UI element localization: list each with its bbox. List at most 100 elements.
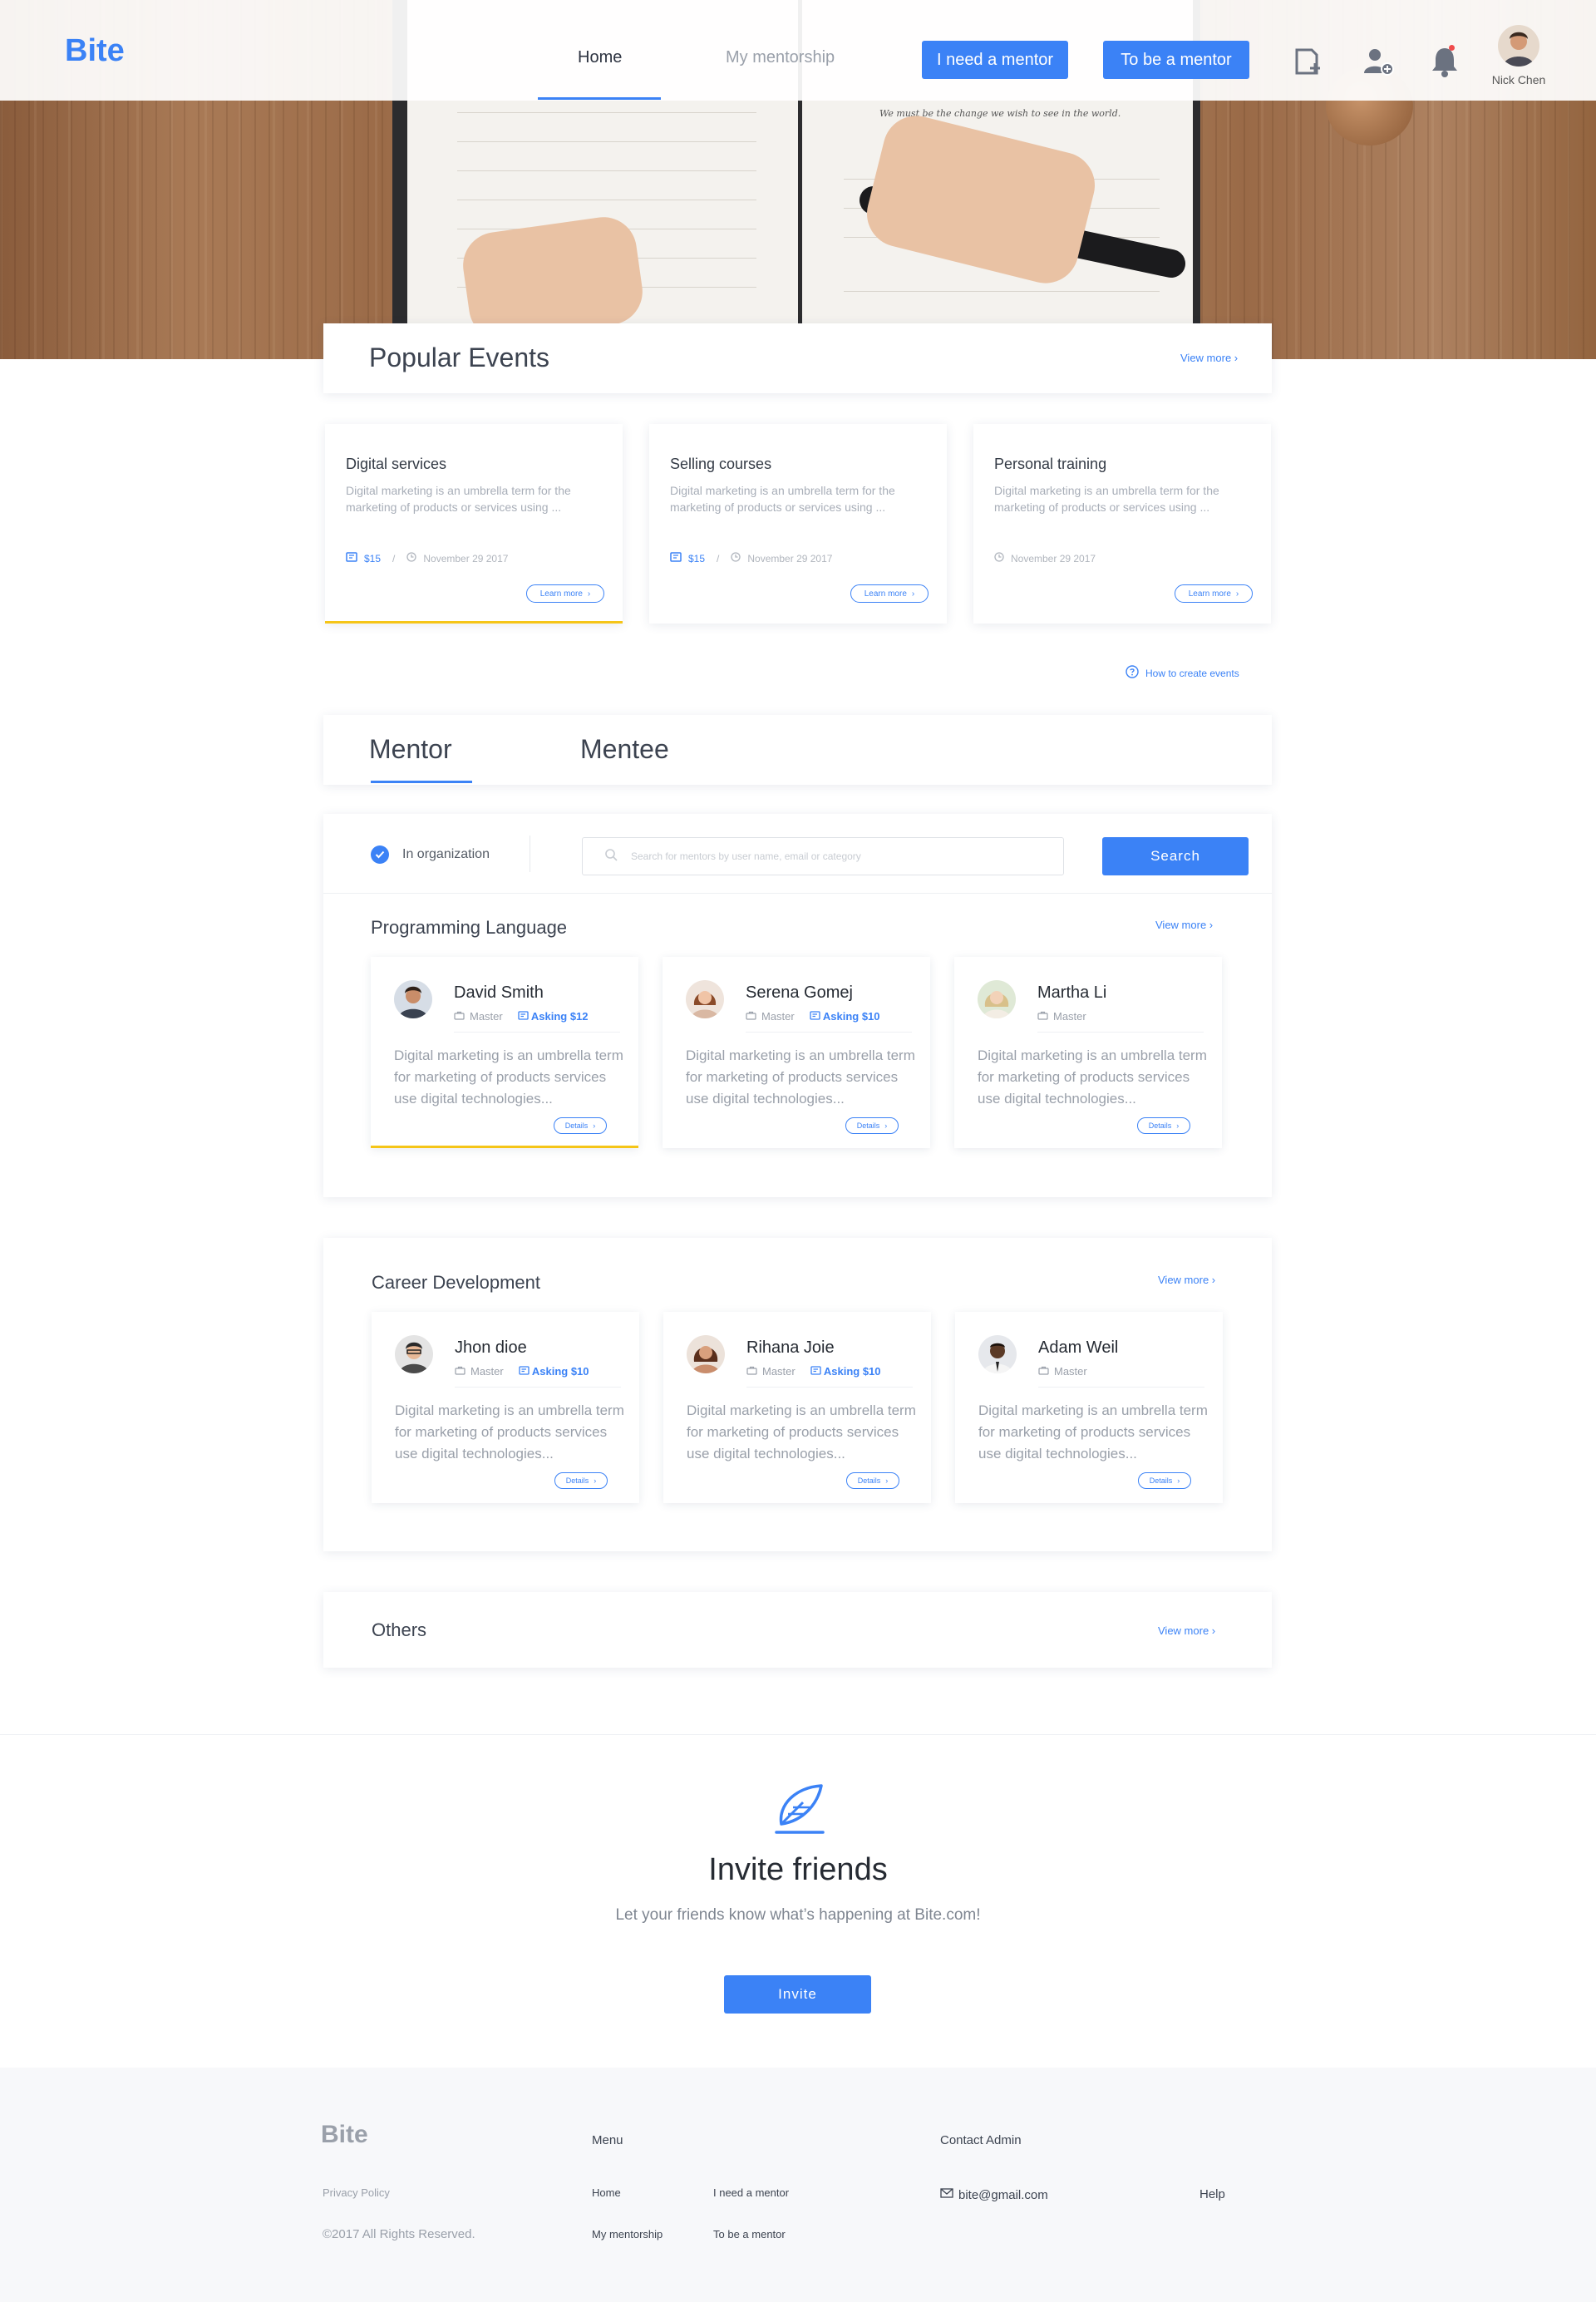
tab-mentor[interactable]: Mentor <box>369 734 452 765</box>
mentor-level: Master <box>761 1010 795 1023</box>
others-view-more[interactable]: View more › <box>1158 1624 1215 1637</box>
mentor-description: Digital marketing is an umbrella term fo… <box>687 1402 916 1462</box>
learn-more-button[interactable]: Learn more › <box>850 584 929 603</box>
mentor-level: Master <box>1054 1365 1087 1378</box>
details-button[interactable]: Details › <box>846 1472 899 1489</box>
mentor-description: Digital marketing is an umbrella term fo… <box>394 1047 623 1107</box>
add-user-icon[interactable] <box>1360 43 1396 80</box>
details-button[interactable]: Details › <box>845 1117 899 1134</box>
event-description: Digital marketing is an umbrella term fo… <box>346 484 571 514</box>
mentor-card[interactable]: David Smith Master Asking $12 Digital ma… <box>371 957 638 1148</box>
briefcase-icon <box>746 1010 756 1023</box>
chevron-right-icon: › <box>885 1476 889 1485</box>
in-organization-checkbox[interactable] <box>371 845 389 864</box>
mentor-asking-price: Asking $10 <box>810 1010 880 1023</box>
event-card[interactable]: Selling courses Digital marketing is an … <box>649 424 947 624</box>
details-button[interactable]: Details › <box>554 1117 607 1134</box>
ticket-icon <box>810 1011 820 1020</box>
mentor-avatar <box>687 1335 725 1373</box>
how-to-create-events-link[interactable]: How to create events <box>1126 665 1239 681</box>
details-button[interactable]: Details › <box>554 1472 608 1489</box>
selected-accent <box>371 1146 638 1148</box>
mentor-avatar <box>978 1335 1017 1373</box>
event-price: $15 <box>364 552 382 564</box>
footer-link-home[interactable]: Home <box>592 2186 621 2199</box>
chevron-right-icon: › <box>593 1121 596 1130</box>
chevron-right-icon: › <box>587 589 591 599</box>
need-mentor-button[interactable]: I need a mentor <box>922 41 1068 79</box>
event-description: Digital marketing is an umbrella term fo… <box>670 484 895 514</box>
mentor-description: Digital marketing is an umbrella term fo… <box>395 1402 624 1462</box>
briefcase-icon <box>454 1010 465 1023</box>
programming-language-view-more[interactable]: View more › <box>1155 919 1213 931</box>
mentor-level: Master <box>762 1365 796 1378</box>
user-avatar[interactable] <box>1498 25 1539 67</box>
footer-link-be-mentor[interactable]: To be a mentor <box>713 2228 786 2240</box>
mentor-card[interactable]: Jhon dioe Master Asking $10 Digital mark… <box>372 1312 639 1503</box>
add-event-icon[interactable] <box>1288 43 1325 80</box>
popular-events-title: Popular Events <box>369 343 550 372</box>
ticket-icon <box>518 1011 529 1020</box>
popular-events-view-more[interactable]: View more › <box>1180 352 1238 364</box>
mentor-card[interactable]: Serena Gomej Master Asking $10 Digital m… <box>663 957 930 1148</box>
nav-home[interactable]: Home <box>578 48 622 67</box>
event-title: Selling courses <box>670 456 772 472</box>
event-card[interactable]: Digital services Digital marketing is an… <box>325 424 623 624</box>
footer-link-my-mentorship[interactable]: My mentorship <box>592 2228 663 2240</box>
group-title-others: Others <box>372 1619 427 1640</box>
mentor-card[interactable]: Martha Li Master Digital marketing is an… <box>954 957 1222 1148</box>
career-development-view-more[interactable]: View more › <box>1158 1274 1215 1286</box>
in-organization-label[interactable]: In organization <box>402 847 490 862</box>
chevron-right-icon: › <box>911 589 915 599</box>
tab-mentee[interactable]: Mentee <box>580 734 669 765</box>
brand-logo[interactable]: Bite <box>65 33 125 69</box>
event-card[interactable]: Personal training Digital marketing is a… <box>973 424 1271 624</box>
divider <box>323 893 1272 894</box>
copyright: ©2017 All Rights Reserved. <box>323 2227 475 2241</box>
mentor-level: Master <box>1053 1010 1086 1023</box>
group-title-programming-language: Programming Language <box>371 917 568 938</box>
help-circle-icon <box>1126 665 1139 681</box>
learn-more-button[interactable]: Learn more › <box>1175 584 1253 603</box>
briefcase-icon <box>746 1365 757 1378</box>
nav-my-mentorship[interactable]: My mentorship <box>726 48 835 67</box>
mentor-avatar <box>394 980 432 1018</box>
mentor-card[interactable]: Rihana Joie Master Asking $10 Digital ma… <box>663 1312 931 1503</box>
footer-logo[interactable]: Bite <box>321 2121 368 2149</box>
be-mentor-button[interactable]: To be a mentor <box>1103 41 1249 79</box>
contact-email[interactable]: bite@gmail.com <box>940 2187 1048 2202</box>
invite-title: Invite friends <box>708 1852 888 1887</box>
chevron-right-icon: › <box>1176 1121 1180 1130</box>
mentor-name: Jhon dioe <box>455 1338 527 1357</box>
search-icon <box>604 848 618 865</box>
mentor-search-field[interactable] <box>582 837 1064 875</box>
footer <box>0 2068 1596 2302</box>
bell-icon[interactable] <box>1426 43 1463 80</box>
footer-link-need-mentor[interactable]: I need a mentor <box>713 2186 789 2199</box>
ticket-icon <box>346 552 357 564</box>
details-button[interactable]: Details › <box>1137 1117 1190 1134</box>
chevron-right-icon: › <box>1235 589 1239 599</box>
popular-events-header: Popular Events View more › <box>323 323 1272 393</box>
help-link[interactable]: Help <box>1199 2187 1225 2201</box>
nav-active-indicator <box>538 97 661 100</box>
privacy-policy-link[interactable]: Privacy Policy <box>323 2186 390 2199</box>
event-price: $15 <box>688 552 706 564</box>
briefcase-icon <box>1038 1365 1049 1378</box>
invite-button[interactable]: Invite <box>724 1975 871 2014</box>
mentor-description: Digital marketing is an umbrella term fo… <box>978 1402 1208 1462</box>
user-name[interactable]: Nick Chen <box>1481 73 1556 86</box>
learn-more-button[interactable]: Learn more › <box>526 584 604 603</box>
chevron-right-icon: › <box>884 1121 888 1130</box>
search-button[interactable]: Search <box>1102 837 1249 875</box>
mentor-search-input[interactable] <box>631 850 1030 862</box>
mentor-level: Master <box>470 1365 504 1378</box>
event-date: November 29 2017 <box>1011 552 1096 564</box>
mentor-name: Rihana Joie <box>746 1338 835 1357</box>
details-button[interactable]: Details › <box>1138 1472 1191 1489</box>
mentor-name: Adam Weil <box>1038 1338 1119 1357</box>
mentor-card[interactable]: Adam Weil Master Digital marketing is an… <box>955 1312 1223 1503</box>
top-nav-bar: Bite Home My mentorship I need a mentor … <box>0 0 1596 101</box>
mentor-tabs-bar <box>323 715 1272 785</box>
mentor-avatar <box>395 1335 433 1373</box>
